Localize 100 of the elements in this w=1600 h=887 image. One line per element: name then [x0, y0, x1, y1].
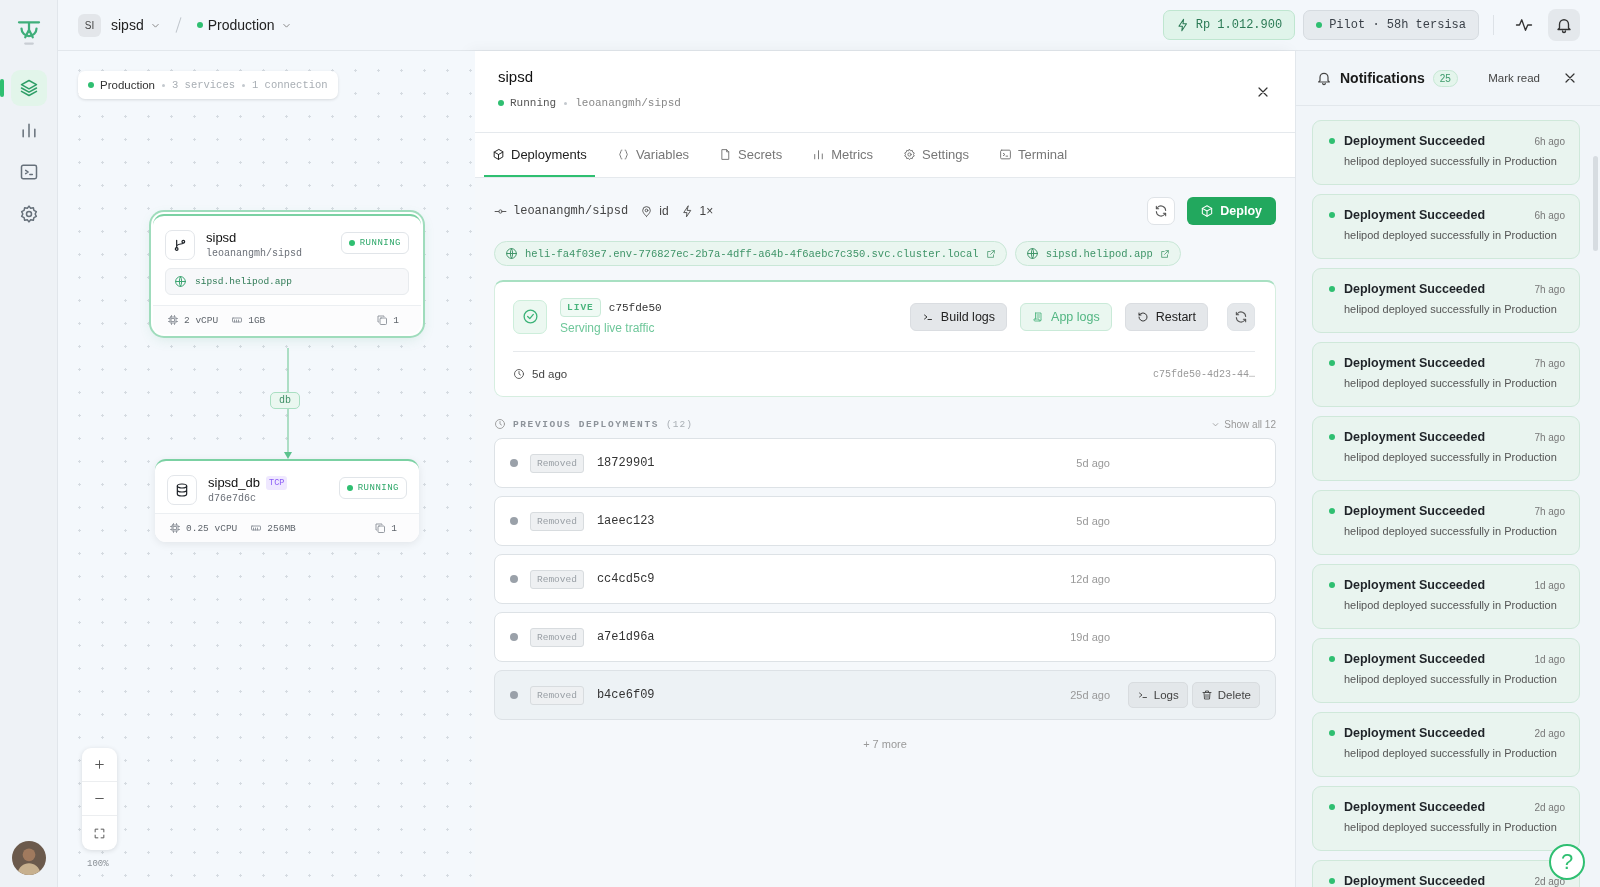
tab[interactable]: Settings — [895, 133, 978, 177]
notification-card[interactable]: Deployment Succeeded 6h ago helipod deployed successfully in Production — [1312, 120, 1580, 185]
status-badge: RUNNING — [338, 477, 407, 499]
unread-dot — [1329, 434, 1335, 440]
notification-time: 1d ago — [1534, 653, 1565, 665]
notification-message: helipod deployed successfully in Production — [1344, 155, 1558, 167]
replica-count: 1 — [391, 522, 397, 534]
deployment-row[interactable]: Removed 1aeec123 5d ago — [494, 496, 1276, 546]
deployment-age: 19d ago — [1069, 631, 1110, 643]
plus-icon — [93, 758, 106, 771]
database-icon — [174, 482, 190, 498]
url-link[interactable]: heli-fa4f03e7.env-776827ec-2b7a-4dff-a64b-4f6aebc7c350.svc.cluster.local — [494, 241, 1007, 266]
clock-icon — [513, 368, 525, 380]
notifications-button[interactable] — [1548, 9, 1580, 41]
check-circle-icon — [521, 308, 539, 325]
plan-badge[interactable]: Pilot · 58h tersisa — [1303, 10, 1479, 40]
deployment-row[interactable]: Removed cc4cd5c9 12d ago — [494, 554, 1276, 604]
url-link[interactable]: sipsd.helipod.app — [1014, 241, 1181, 266]
tab[interactable]: Terminal — [991, 133, 1076, 177]
logs-button[interactable]: Logs — [1127, 682, 1188, 708]
credit-balance[interactable]: Rp 1.012.900 — [1162, 10, 1296, 40]
unread-dot — [1329, 804, 1335, 810]
notification-message: helipod deployed successfully in Production — [1344, 303, 1558, 315]
globe-icon — [505, 247, 518, 260]
status-dot — [510, 575, 518, 583]
notification-title: Deployment Succeeded — [1344, 578, 1485, 592]
commit-hash: c75fde50 — [608, 301, 662, 314]
service-title: sipsd — [498, 68, 535, 85]
notification-message: helipod deployed successfully in Production — [1344, 229, 1558, 241]
tab[interactable]: Metrics — [804, 133, 882, 177]
notification-time: 2d ago — [1534, 727, 1565, 739]
domain-link[interactable]: sipsd.helipod.app — [165, 268, 409, 295]
location-pin-icon — [640, 204, 654, 218]
deployment-count: (12) — [666, 418, 693, 430]
notification-title: Deployment Succeeded — [1344, 430, 1485, 444]
memory-spec: 1GB — [248, 314, 266, 326]
notification-card[interactable]: Deployment Succeeded 2d ago helipod deployed successfully in Production — [1312, 786, 1580, 851]
deployment-age: 12d ago — [1069, 573, 1110, 585]
active-indicator — [0, 79, 4, 97]
notification-card[interactable]: Deployment Succeeded 7h ago helipod deployed successfully in Production — [1312, 416, 1580, 481]
cpu-icon — [167, 314, 179, 326]
bar-chart-icon — [812, 147, 826, 161]
commit-hash: cc4cd5c9 — [596, 572, 655, 586]
restart-button[interactable]: Restart — [1124, 302, 1208, 331]
notification-time: 7h ago — [1534, 357, 1565, 369]
live-badge: LIVE — [560, 298, 601, 317]
status-badge: Removed — [530, 685, 584, 705]
commit-hash: a7e1d96a — [596, 630, 655, 644]
unread-dot — [1329, 730, 1335, 736]
notification-card[interactable]: Deployment Succeeded 1d ago helipod deployed successfully in Production — [1312, 638, 1580, 703]
deployment-row[interactable]: Removed 18729901 5d ago — [494, 438, 1276, 488]
notification-card[interactable]: Deployment Succeeded 2d ago helipod deployed successfully in Production — [1312, 712, 1580, 777]
build-logs-button[interactable]: Build logs — [909, 302, 1008, 331]
tab[interactable]: Variables — [608, 133, 698, 177]
cube-icon — [1200, 204, 1215, 218]
project-switcher[interactable]: sipsd — [111, 17, 162, 33]
notification-card[interactable]: Deployment Succeeded 7h ago helipod deployed successfully in Production — [1312, 490, 1580, 555]
status-badge: Removed — [530, 569, 584, 589]
scroll-icon — [1032, 310, 1045, 323]
cpu-spec: 0.25 vCPU — [186, 522, 238, 534]
delete-button[interactable]: Delete — [1191, 682, 1260, 708]
refresh-button[interactable] — [1147, 197, 1176, 225]
notification-time: 1d ago — [1534, 579, 1565, 591]
settings-icon — [903, 147, 917, 161]
notification-time: 6h ago — [1534, 135, 1565, 147]
notification-card[interactable]: Deployment Succeeded 7h ago helipod deployed successfully in Production — [1312, 342, 1580, 407]
tab[interactable]: Secrets — [711, 133, 791, 177]
service-subtitle: d76e7d6c — [208, 493, 257, 504]
notification-title: Deployment Succeeded — [1344, 800, 1485, 814]
notification-card[interactable]: Deployment Succeeded 6h ago helipod deployed successfully in Production — [1312, 194, 1580, 259]
deployment-row[interactable]: Removed a7e1d96a 19d ago — [494, 612, 1276, 662]
service-node[interactable]: sipsd_db TCP d76e7d6c RUNNING 0.25 vCPU 256MB 1 — [155, 459, 419, 542]
status-dot — [510, 459, 518, 467]
project-avatar[interactable]: SI — [78, 13, 101, 37]
replica-text: 1× — [699, 204, 714, 218]
deployment-age: 5d ago — [532, 368, 568, 380]
notification-title: Deployment Succeeded — [1344, 726, 1485, 740]
notification-time: 6h ago — [1534, 209, 1565, 221]
notification-card[interactable]: Deployment Succeeded 1d ago helipod deployed successfully in Production — [1312, 564, 1580, 629]
tab[interactable]: Deployments — [484, 133, 595, 177]
memory-icon — [231, 314, 244, 326]
terminal-prompt-icon — [1136, 689, 1149, 701]
refresh-icon — [1154, 204, 1169, 218]
repository-name: leoanangmh/sipsd — [513, 204, 629, 218]
git-branch-icon — [172, 237, 188, 253]
redeploy-button[interactable] — [1227, 302, 1255, 331]
clock-icon — [494, 418, 506, 430]
external-link-icon — [985, 248, 996, 259]
unread-dot — [1329, 360, 1335, 366]
deployment-row[interactable]: Removed b4ce6f09 25d ago Logs Delete — [494, 670, 1276, 720]
notification-card[interactable]: Deployment Succeeded 7h ago helipod deployed successfully in Production — [1312, 268, 1580, 333]
connection-label[interactable]: db — [270, 392, 300, 409]
mark-read-button[interactable]: Mark read — [1488, 72, 1540, 84]
notification-message: helipod deployed successfully in Production — [1344, 821, 1558, 833]
notification-time: 2d ago — [1534, 801, 1565, 813]
commit-hash: 18729901 — [596, 456, 655, 470]
notification-message: helipod deployed successfully in Production — [1344, 599, 1558, 611]
environment-switcher[interactable]: Production — [196, 17, 293, 33]
notification-time: 7h ago — [1534, 431, 1565, 443]
avatar[interactable] — [11, 841, 46, 875]
